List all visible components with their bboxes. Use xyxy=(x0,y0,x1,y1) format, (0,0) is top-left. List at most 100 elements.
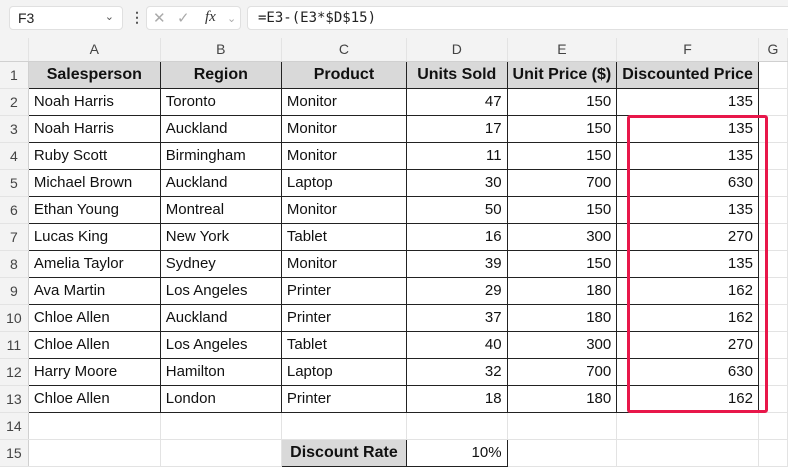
cell[interactable] xyxy=(406,412,507,439)
row-header[interactable]: 7 xyxy=(0,223,28,250)
cell[interactable] xyxy=(758,169,787,196)
cell[interactable]: 47 xyxy=(406,88,507,115)
cell[interactable]: Ruby Scott xyxy=(28,142,160,169)
column-header[interactable]: C xyxy=(281,38,406,61)
cell[interactable]: Sydney xyxy=(160,250,281,277)
cell[interactable] xyxy=(758,331,787,358)
cell[interactable] xyxy=(758,385,787,412)
more-options-icon[interactable]: ⋮ xyxy=(130,9,144,26)
cell[interactable]: Noah Harris xyxy=(28,88,160,115)
row-header[interactable]: 12 xyxy=(0,358,28,385)
cell[interactable]: Monitor xyxy=(281,88,406,115)
cell[interactable]: 630 xyxy=(617,169,759,196)
header-cell[interactable]: Discounted Price xyxy=(617,61,759,88)
cell[interactable]: 180 xyxy=(507,385,617,412)
cell[interactable]: 135 xyxy=(617,115,759,142)
row-header[interactable]: 3 xyxy=(0,115,28,142)
cell[interactable] xyxy=(160,439,281,466)
cell[interactable]: 135 xyxy=(617,250,759,277)
cell[interactable] xyxy=(28,412,160,439)
discount-rate-label[interactable]: Discount Rate xyxy=(281,439,406,466)
row-header[interactable]: 1 xyxy=(0,61,28,88)
row-header[interactable]: 13 xyxy=(0,385,28,412)
row-header[interactable]: 2 xyxy=(0,88,28,115)
header-cell[interactable]: Units Sold xyxy=(406,61,507,88)
cell[interactable]: Ethan Young xyxy=(28,196,160,223)
column-header[interactable]: A xyxy=(28,38,160,61)
column-header[interactable]: F xyxy=(617,38,759,61)
cell[interactable]: 32 xyxy=(406,358,507,385)
chevron-down-icon[interactable]: ⌄ xyxy=(105,10,114,23)
cell[interactable]: 30 xyxy=(406,169,507,196)
cell[interactable]: 300 xyxy=(507,223,617,250)
cell[interactable] xyxy=(758,412,787,439)
cell[interactable]: Hamilton xyxy=(160,358,281,385)
cell[interactable]: 700 xyxy=(507,358,617,385)
cell[interactable]: Ava Martin xyxy=(28,277,160,304)
cell[interactable]: 150 xyxy=(507,115,617,142)
cell[interactable]: Auckland xyxy=(160,169,281,196)
row-header[interactable]: 14 xyxy=(0,412,28,439)
confirm-icon[interactable]: ✓ xyxy=(177,9,190,27)
cell[interactable]: Montreal xyxy=(160,196,281,223)
cell[interactable] xyxy=(758,358,787,385)
cell[interactable] xyxy=(617,439,759,466)
cell[interactable]: 150 xyxy=(507,250,617,277)
cell[interactable]: Chloe Allen xyxy=(28,385,160,412)
header-cell[interactable]: Unit Price ($) xyxy=(507,61,617,88)
cell[interactable] xyxy=(758,439,787,466)
row-header[interactable]: 11 xyxy=(0,331,28,358)
cell[interactable]: Michael Brown xyxy=(28,169,160,196)
name-box[interactable]: F3⌄ xyxy=(9,6,123,30)
cell[interactable]: Printer xyxy=(281,277,406,304)
cell[interactable]: Monitor xyxy=(281,142,406,169)
cell[interactable]: Monitor xyxy=(281,196,406,223)
cell[interactable]: New York xyxy=(160,223,281,250)
cell[interactable]: 162 xyxy=(617,277,759,304)
cell[interactable]: Laptop xyxy=(281,358,406,385)
column-header[interactable]: D xyxy=(406,38,507,61)
cell[interactable]: Noah Harris xyxy=(28,115,160,142)
cell[interactable] xyxy=(758,223,787,250)
cell[interactable] xyxy=(28,439,160,466)
row-header[interactable]: 10 xyxy=(0,304,28,331)
cell[interactable]: Auckland xyxy=(160,115,281,142)
row-header[interactable]: 6 xyxy=(0,196,28,223)
cell[interactable] xyxy=(281,412,406,439)
cell[interactable]: Lucas King xyxy=(28,223,160,250)
cell[interactable]: Los Angeles xyxy=(160,277,281,304)
cell[interactable]: Harry Moore xyxy=(28,358,160,385)
cell[interactable]: Chloe Allen xyxy=(28,304,160,331)
cell[interactable]: Printer xyxy=(281,385,406,412)
cell[interactable] xyxy=(617,412,759,439)
cell[interactable]: Chloe Allen xyxy=(28,331,160,358)
cell[interactable]: 40 xyxy=(406,331,507,358)
formula-input[interactable]: =E3-(E3*$D$15) xyxy=(247,6,788,30)
cell[interactable]: 180 xyxy=(507,277,617,304)
cell[interactable]: 17 xyxy=(406,115,507,142)
cell[interactable]: 162 xyxy=(617,304,759,331)
cell[interactable] xyxy=(758,250,787,277)
header-cell[interactable]: Product xyxy=(281,61,406,88)
column-header[interactable]: E xyxy=(507,38,617,61)
cell[interactable]: Los Angeles xyxy=(160,331,281,358)
fx-icon[interactable]: fx xyxy=(205,9,216,26)
cell[interactable] xyxy=(507,412,617,439)
discount-rate-value[interactable]: 10% xyxy=(406,439,507,466)
cell[interactable] xyxy=(758,196,787,223)
cell[interactable]: 16 xyxy=(406,223,507,250)
cell[interactable]: 18 xyxy=(406,385,507,412)
cell[interactable]: 11 xyxy=(406,142,507,169)
cell[interactable] xyxy=(758,88,787,115)
cell[interactable]: 180 xyxy=(507,304,617,331)
cell[interactable]: 150 xyxy=(507,142,617,169)
row-header[interactable]: 8 xyxy=(0,250,28,277)
cell[interactable]: Printer xyxy=(281,304,406,331)
row-header[interactable]: 15 xyxy=(0,439,28,466)
cell[interactable]: Toronto xyxy=(160,88,281,115)
cell[interactable]: 29 xyxy=(406,277,507,304)
cell[interactable] xyxy=(507,439,617,466)
cell[interactable]: Tablet xyxy=(281,223,406,250)
select-all[interactable] xyxy=(0,38,28,61)
header-cell[interactable]: Region xyxy=(160,61,281,88)
